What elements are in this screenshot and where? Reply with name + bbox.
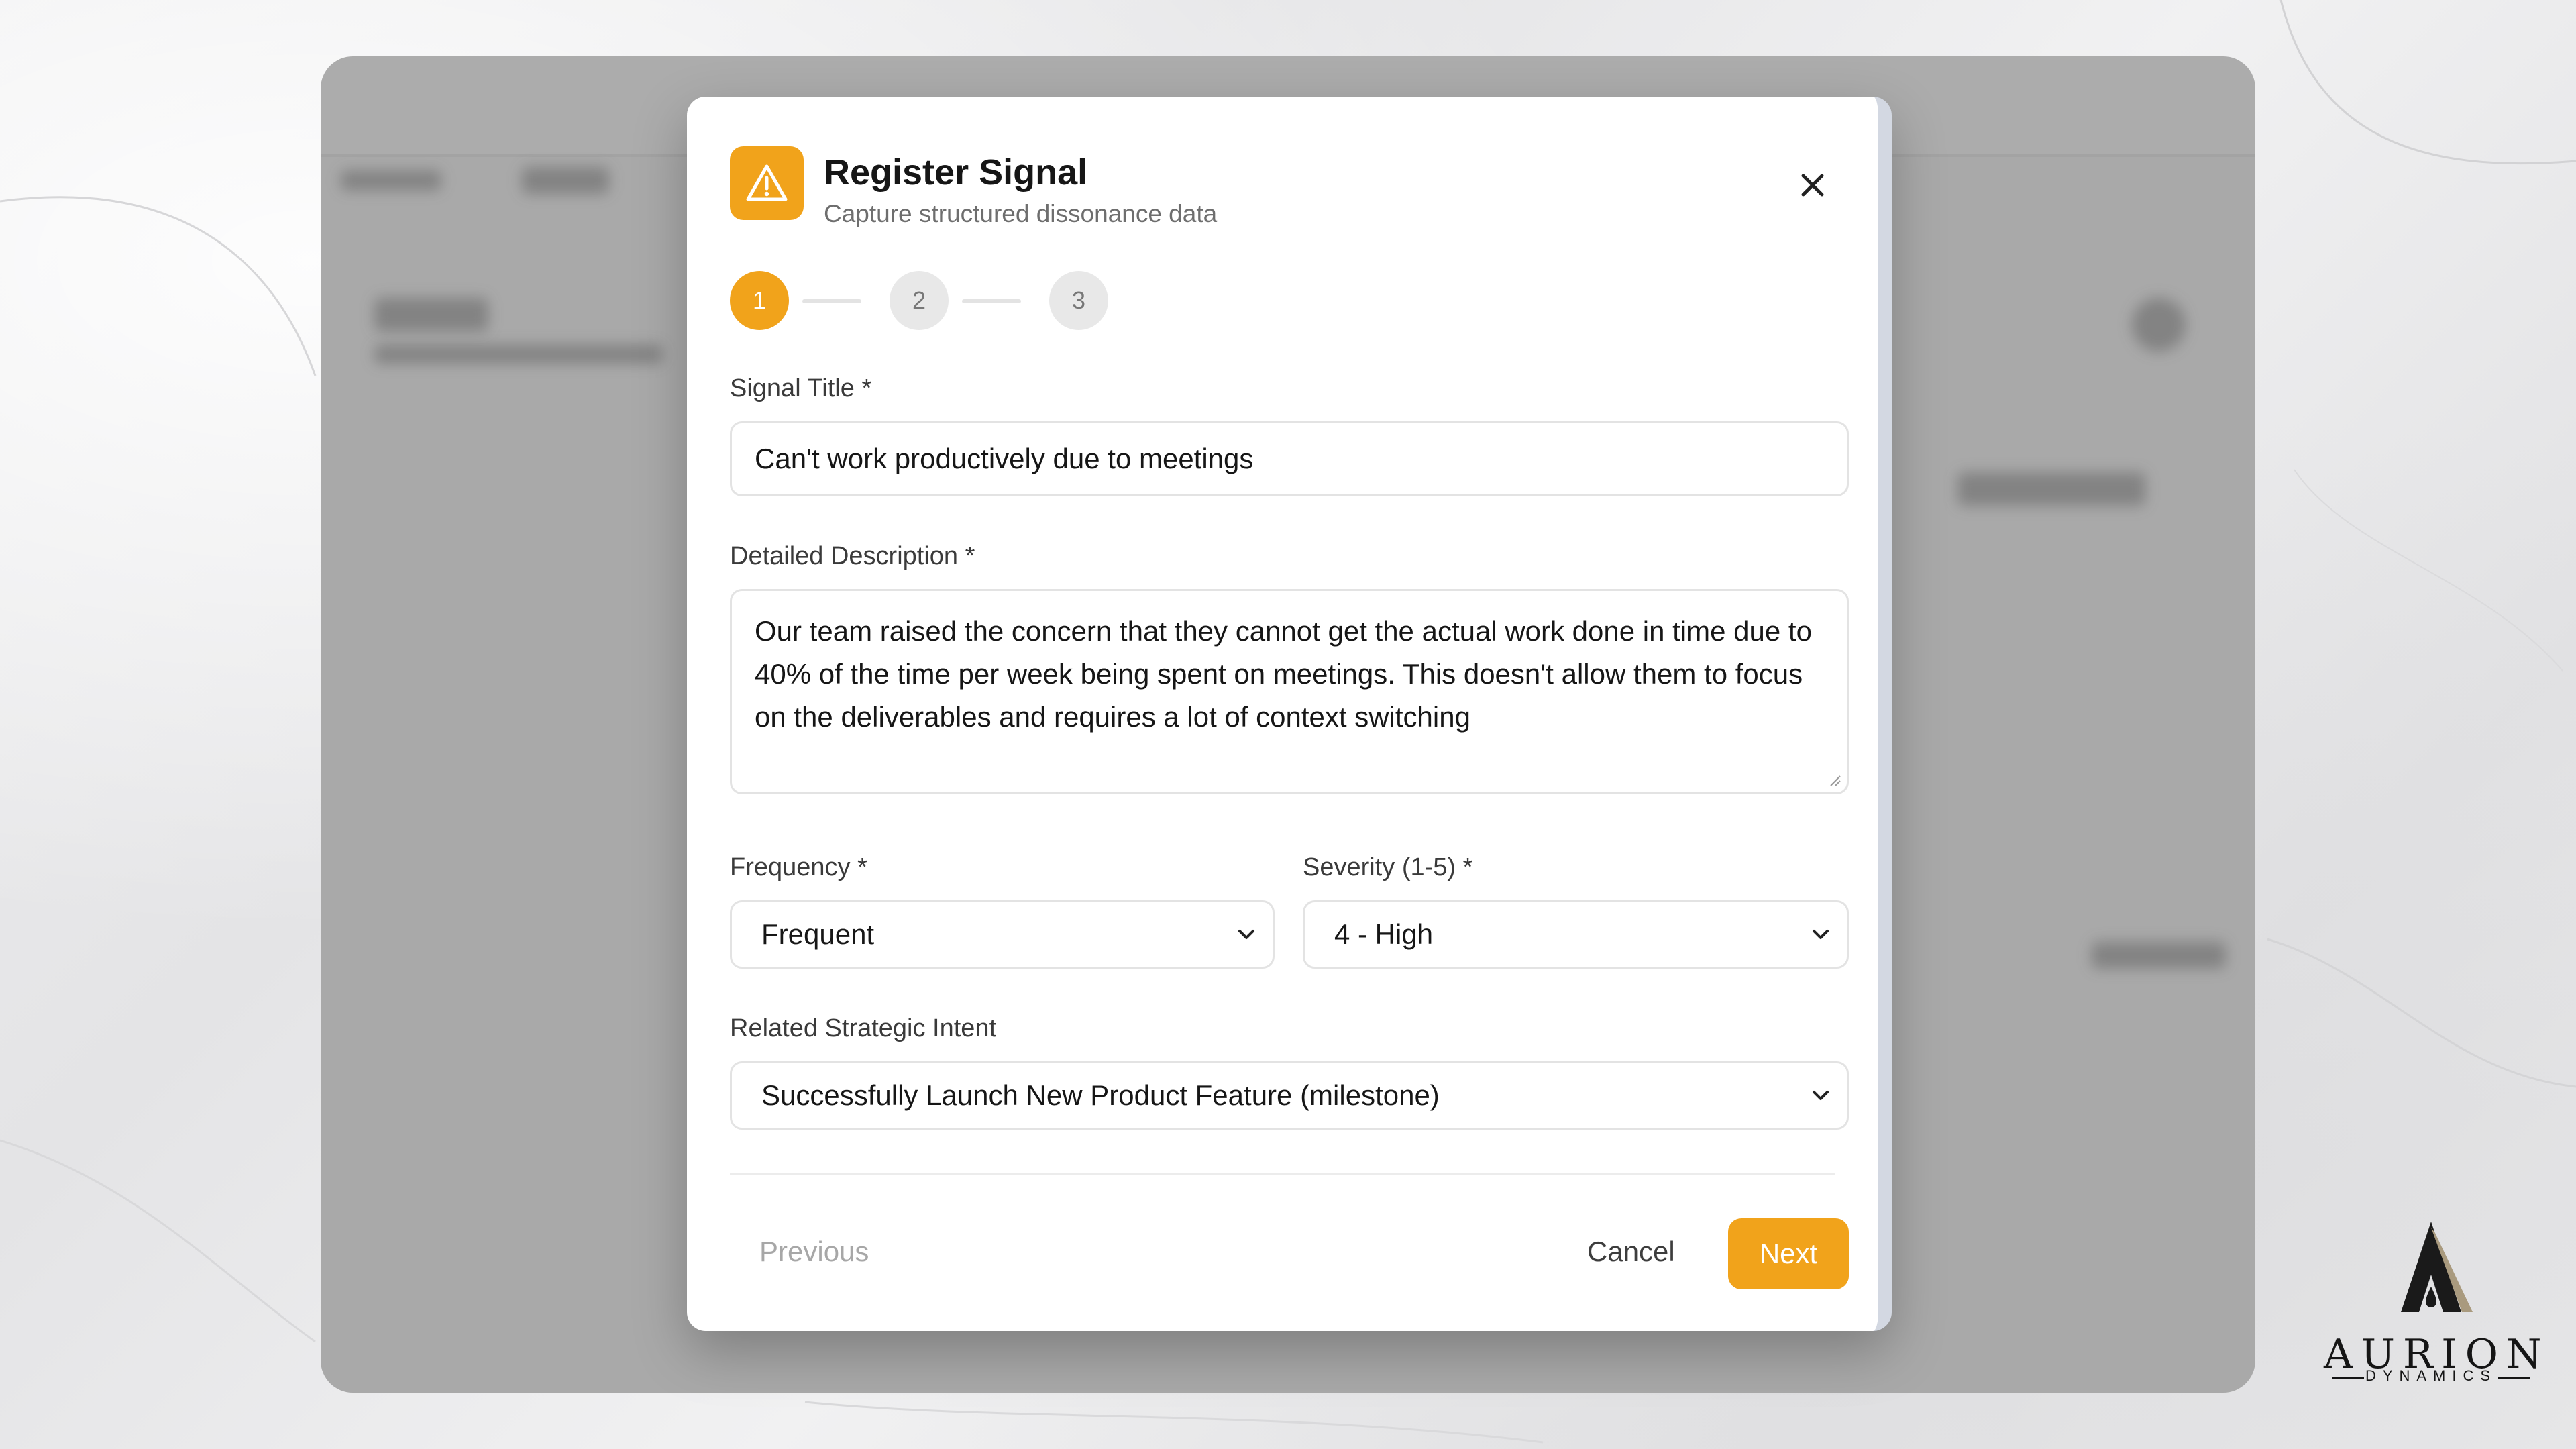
aurion-dynamics-logo: AURION DYNAMICS	[2324, 1218, 2541, 1393]
close-icon	[1801, 174, 1824, 197]
background-blur	[522, 167, 609, 194]
chevron-down-icon	[1813, 930, 1829, 939]
modal-subtitle: Capture structured dissonance data	[824, 200, 1218, 227]
frequency-select[interactable]: Frequent	[730, 900, 1275, 969]
chevron-down-icon	[1238, 930, 1254, 939]
strategic-intent-label: Related Strategic Intent	[730, 1014, 997, 1042]
logo-mark-icon	[2401, 1222, 2473, 1312]
frequency-value: Frequent	[761, 918, 875, 950]
description-value: Our team raised the concern that they ca…	[755, 615, 1812, 733]
step-connector	[802, 299, 861, 303]
resize-grip-icon[interactable]	[1827, 772, 1841, 787]
footer-divider	[730, 1173, 1835, 1175]
strategic-intent-select[interactable]: Successfully Launch New Product Feature …	[730, 1061, 1849, 1130]
strategic-intent-value: Successfully Launch New Product Feature …	[761, 1079, 1440, 1111]
warning-triangle-icon	[730, 146, 804, 220]
stepper: 1 2 3	[730, 271, 1199, 331]
close-button[interactable]	[1792, 165, 1833, 205]
step-2[interactable]: 2	[890, 271, 949, 330]
next-button[interactable]: Next	[1728, 1218, 1849, 1289]
frequency-label: Frequency *	[730, 853, 867, 881]
register-signal-modal: Register Signal Capture structured disso…	[687, 97, 1892, 1331]
step-1[interactable]: 1	[730, 271, 789, 330]
step-connector	[962, 299, 1021, 303]
logo-rule	[2498, 1377, 2530, 1379]
background-blur	[1957, 472, 2145, 506]
background-blur	[374, 298, 488, 331]
signal-title-input[interactable]: Can't work productively due to meetings	[730, 421, 1849, 496]
background-blur	[374, 345, 663, 364]
severity-value: 4 - High	[1334, 918, 1434, 950]
signal-title-value: Can't work productively due to meetings	[755, 443, 1254, 474]
step-3[interactable]: 3	[1049, 271, 1108, 330]
background-blur	[2092, 942, 2226, 969]
modal-header: Register Signal Capture structured disso…	[730, 146, 1835, 227]
description-textarea[interactable]: Our team raised the concern that they ca…	[730, 589, 1849, 794]
signal-title-label: Signal Title *	[730, 374, 872, 402]
severity-select[interactable]: 4 - High	[1303, 900, 1849, 969]
modal-title: Register Signal	[824, 152, 1088, 193]
background-blur	[2132, 298, 2186, 352]
cancel-button[interactable]: Cancel	[1587, 1236, 1675, 1268]
brand-tagline: DYNAMICS	[2365, 1367, 2498, 1384]
chevron-down-icon	[1813, 1091, 1829, 1100]
background-blur	[341, 170, 441, 191]
description-label: Detailed Description *	[730, 542, 975, 570]
previous-button[interactable]: Previous	[759, 1236, 869, 1268]
severity-label: Severity (1-5) *	[1303, 853, 1473, 881]
